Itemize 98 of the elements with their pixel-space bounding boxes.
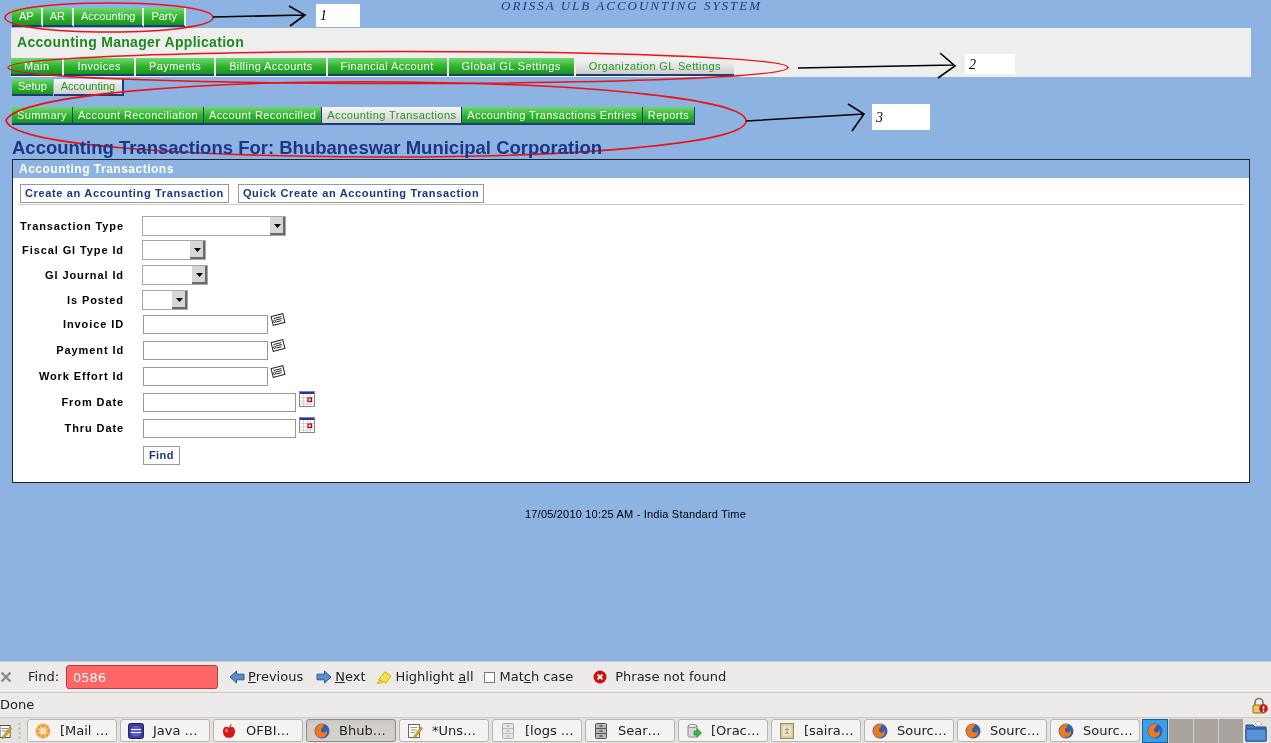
arrow-left-icon	[229, 670, 245, 684]
tab[interactable]: Summary	[12, 107, 73, 125]
field-label: Payment Id	[55, 343, 124, 358]
tab[interactable]: Accounting Transactions	[322, 107, 463, 125]
globe-icon	[1058, 722, 1074, 739]
field-label: Thru Date	[63, 421, 124, 436]
previous-button[interactable]: Previous	[229, 667, 304, 687]
tab[interactable]: Accounting	[53, 79, 125, 96]
annotation-label: 2	[965, 54, 1015, 74]
action-button[interactable]: Quick Create an Accounting Transaction	[237, 184, 485, 203]
field-label: Invoice ID	[62, 317, 124, 332]
apple-icon	[221, 722, 237, 739]
taskbar-button[interactable]: Sourc…	[957, 719, 1047, 742]
folder-icon[interactable]	[1245, 719, 1267, 742]
cabinet-icon	[593, 722, 609, 739]
dropdown-field[interactable]	[142, 240, 206, 260]
globe-icon	[1147, 722, 1163, 739]
database-icon	[686, 722, 702, 739]
tab[interactable]: Payments	[136, 58, 215, 76]
taskbar-button[interactable]: OFBI…	[213, 719, 303, 742]
highlight-all-button[interactable]: Highlight all	[376, 667, 474, 687]
taskbar-button[interactable]: Bhub…	[306, 719, 396, 742]
annotation-label: 1	[316, 4, 360, 27]
field-label: Transaction Type	[18, 219, 124, 234]
tab[interactable]: Accounting	[73, 8, 145, 27]
tab[interactable]: Setup	[12, 79, 53, 96]
next-button[interactable]: Next	[316, 667, 366, 687]
timestamp: 17/05/2010 10:25 AM - India Standard Time	[525, 508, 746, 521]
checkbox[interactable]	[483, 671, 495, 683]
tab[interactable]: Account Reconcilled	[203, 107, 323, 125]
globe-icon	[965, 722, 981, 739]
error-icon	[593, 670, 608, 684]
taskbar-button[interactable]: Sear…	[585, 719, 675, 742]
tab[interactable]: AR	[42, 8, 74, 27]
lock-warning-icon[interactable]	[1251, 696, 1268, 714]
action-button[interactable]: Create an Accounting Transaction	[20, 184, 229, 203]
grip-icon	[18, 721, 21, 740]
field-label: Fiscal Gl Type Id	[21, 243, 124, 258]
dropdown-arrow-icon[interactable]	[190, 241, 205, 259]
field-label: From Date	[60, 395, 124, 410]
field-label: Is Posted	[66, 293, 124, 308]
picture-icon	[779, 722, 795, 739]
tab[interactable]: Organization GL Settings	[575, 58, 734, 76]
input-field[interactable]	[143, 367, 268, 386]
taskbar-button[interactable]: [logs …	[492, 719, 582, 742]
notepad-icon	[407, 722, 423, 739]
tab[interactable]: Billing Accounts	[216, 58, 326, 76]
cabinet-icon	[500, 722, 516, 739]
taskbar-button[interactable]: Java …	[120, 719, 210, 742]
card-icon[interactable]	[270, 312, 286, 327]
tab[interactable]: Financial Account	[327, 58, 447, 76]
highlighter-icon	[376, 670, 393, 684]
taskbar-button[interactable]: [Orac…	[678, 719, 768, 742]
workspace-button[interactable]	[1142, 718, 1168, 743]
field-label: Work Effort Id	[37, 369, 124, 384]
checkbox-label: Match case	[499, 668, 574, 687]
tab[interactable]: Party	[144, 8, 187, 27]
input-field[interactable]	[143, 393, 296, 412]
dropdown-arrow-icon[interactable]	[270, 217, 285, 235]
dropdown-arrow-icon[interactable]	[172, 291, 187, 309]
dropdown-field[interactable]	[142, 290, 188, 310]
taskbar-button[interactable]: [saira…	[771, 719, 861, 742]
notepad-icon[interactable]	[0, 722, 12, 739]
sunburst-icon	[35, 722, 51, 739]
tab[interactable]: Reports	[642, 107, 696, 125]
input-field[interactable]	[143, 315, 268, 334]
card-icon[interactable]	[270, 338, 286, 353]
taskbar-button[interactable]: [Mail …	[27, 719, 117, 742]
status-message: Phrase not found	[615, 668, 727, 687]
find-label: Find:	[28, 668, 59, 687]
find-input[interactable]: 0586	[66, 665, 218, 689]
calendar-icon[interactable]	[299, 391, 315, 407]
dropdown-arrow-icon[interactable]	[192, 266, 207, 284]
tab[interactable]: Account Reconciliation	[72, 107, 204, 125]
globe-icon	[314, 722, 330, 739]
tab[interactable]: Global GL Settings	[448, 58, 574, 76]
find-button[interactable]: Find	[143, 446, 180, 465]
dropdown-field[interactable]	[142, 216, 286, 236]
card-icon[interactable]	[270, 364, 286, 379]
banner-title: ORISSA ULB ACCOUNTING SYSTEM	[501, 0, 763, 12]
globe-icon	[872, 722, 888, 739]
status-text: Done	[0, 696, 35, 715]
taskbar-button[interactable]: Sourc…	[864, 719, 954, 742]
sphere-icon	[128, 722, 144, 739]
panel-title: Accounting Transactions	[13, 160, 1249, 178]
app-title: Accounting Manager Application	[17, 33, 245, 51]
input-field[interactable]	[143, 341, 268, 360]
close-icon[interactable]	[0, 671, 12, 683]
taskbar-button[interactable]: Sourc…	[1050, 719, 1140, 742]
input-field[interactable]	[143, 419, 296, 438]
taskbar-button[interactable]: *Uns…	[399, 719, 489, 742]
arrow-right-icon	[316, 670, 333, 684]
annotation-label: 3	[872, 104, 930, 130]
dropdown-field[interactable]	[142, 265, 208, 285]
field-label: Gl Journal Id	[44, 268, 124, 283]
calendar-icon[interactable]	[299, 417, 315, 433]
tab[interactable]: Invoices	[64, 58, 134, 76]
tab[interactable]: Accounting Transactions Entries	[462, 107, 643, 125]
